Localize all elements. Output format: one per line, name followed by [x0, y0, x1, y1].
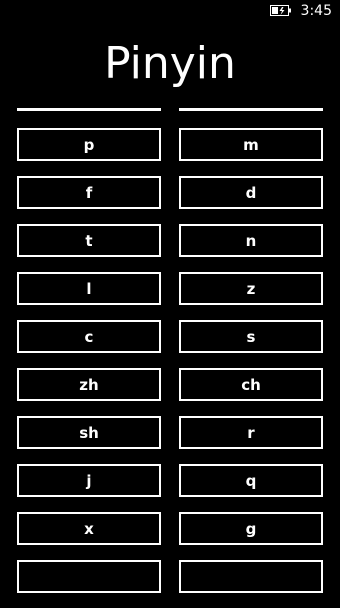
- pinyin-key-partial[interactable]: [179, 560, 323, 593]
- pinyin-key-z[interactable]: z: [179, 272, 323, 305]
- pinyin-key-ch[interactable]: ch: [179, 368, 323, 401]
- status-time: 3:45: [300, 3, 332, 19]
- pinyin-key-q[interactable]: q: [179, 464, 323, 497]
- right-column: m d n z s ch r q g: [179, 108, 323, 608]
- pinyin-key-sh[interactable]: sh: [17, 416, 161, 449]
- pinyin-key-partial[interactable]: [17, 560, 161, 593]
- pinyin-key-j[interactable]: j: [17, 464, 161, 497]
- page-title: Pinyin: [104, 38, 236, 89]
- pinyin-key-g[interactable]: g: [179, 512, 323, 545]
- pinyin-key-r[interactable]: r: [179, 416, 323, 449]
- pinyin-key-s[interactable]: s: [179, 320, 323, 353]
- pinyin-key-p[interactable]: p: [17, 128, 161, 161]
- column-divider: [17, 108, 161, 111]
- pinyin-key-d[interactable]: d: [179, 176, 323, 209]
- pinyin-key-f[interactable]: f: [17, 176, 161, 209]
- pinyin-key-c[interactable]: c: [17, 320, 161, 353]
- pinyin-key-x[interactable]: x: [17, 512, 161, 545]
- pinyin-key-zh[interactable]: zh: [17, 368, 161, 401]
- column-divider: [179, 108, 323, 111]
- pinyin-key-t[interactable]: t: [17, 224, 161, 257]
- status-bar: 3:45: [0, 0, 340, 22]
- pinyin-key-l[interactable]: l: [17, 272, 161, 305]
- pinyin-key-m[interactable]: m: [179, 128, 323, 161]
- pinyin-key-n[interactable]: n: [179, 224, 323, 257]
- left-column: p f t l c zh sh j x: [17, 108, 161, 608]
- battery-charging-icon: [270, 5, 291, 16]
